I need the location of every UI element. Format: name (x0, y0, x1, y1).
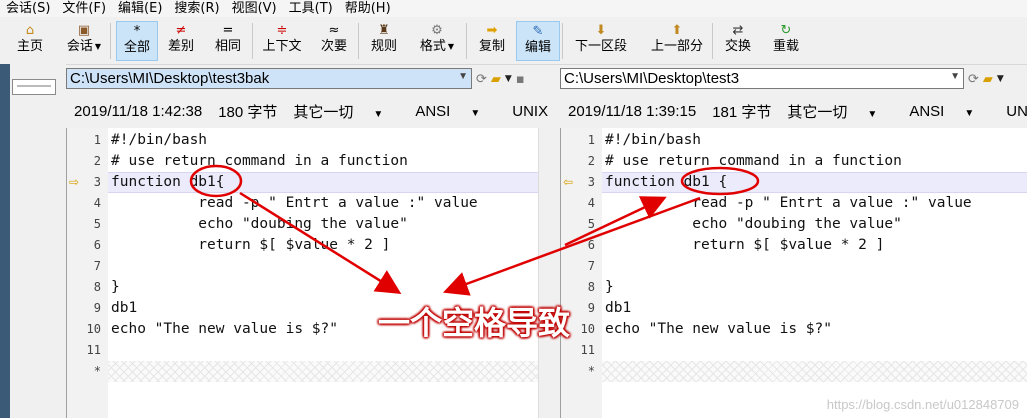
annotation-overlay (189, 164, 760, 296)
right-annotation-arrow-upper (564, 196, 667, 247)
right-diff-circle (680, 166, 760, 196)
annotation-text: 一个空格导致 (378, 304, 571, 342)
left-diff-circle (189, 164, 243, 198)
right-annotation-arrow-line (442, 196, 701, 296)
left-annotation-arrow (239, 191, 402, 294)
watermark: https://blog.csdn.net/u012848709 (826, 397, 1019, 412)
